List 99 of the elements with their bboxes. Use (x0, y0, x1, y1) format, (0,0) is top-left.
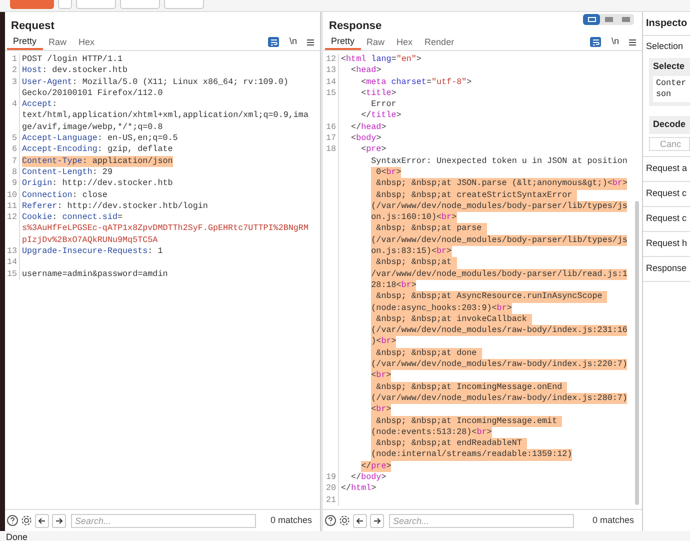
back-button[interactable] (35, 514, 49, 528)
inspector-section[interactable]: Request h (643, 232, 690, 257)
line-number: 12 (326, 54, 336, 64)
match-count: 0 matches (592, 514, 635, 527)
code-line: <meta charset="utf-8"> (361, 76, 472, 88)
line-number: 13 (6, 246, 17, 256)
scrollbar[interactable] (635, 201, 639, 505)
code-line: <body> (351, 133, 382, 144)
code-line: Cookie: connect.sid= (22, 212, 123, 224)
search-field[interactable]: Search... (389, 514, 574, 528)
help-icon[interactable] (325, 515, 336, 526)
status-text: Done (6, 532, 28, 541)
code-line: POST /login HTTP/1.1 (22, 54, 123, 66)
tab[interactable]: Hex (390, 35, 419, 50)
line-number: 6 (12, 144, 17, 154)
selected-text: Conter son (653, 76, 690, 102)
code-line: Content-Length: 29 (22, 166, 112, 178)
match-count: 0 matches (270, 514, 313, 527)
inspector-section[interactable]: Request a (643, 157, 690, 182)
code-line: username=admin&password=amdin (22, 268, 168, 280)
code-line: Gecko/20100101 Firefox/112.0 (22, 88, 163, 100)
code-line: s%3AuHfFeLPGSEc-qATP1x8ZpvDMDTTh2SyF.GpEHRtc7UTTPI%2BNgRM (22, 223, 308, 235)
line-number: 18 (326, 144, 336, 154)
card-title: Selecte (653, 60, 685, 74)
line-number: 21 (326, 494, 336, 505)
settings-icon[interactable] (339, 515, 350, 526)
line-number: 11 (6, 200, 17, 211)
code-line: User-Agent: Mozilla/5.0 (X11; Linux x86_64; rv:109.0) (22, 76, 288, 88)
tab[interactable]: Pretty (7, 35, 43, 50)
line-number: 12 (6, 212, 17, 222)
layout-button[interactable] (583, 14, 600, 25)
code-line: text/html,application/xhtml+xml,application/xml;q=0.9,ima (22, 110, 308, 122)
forward-button[interactable] (370, 514, 384, 528)
wrap-toggle-icon[interactable] (268, 37, 280, 47)
arrow-left-icon (38, 516, 46, 524)
inspector-section[interactable]: Request c (643, 182, 690, 207)
line-number: 14 (326, 76, 336, 87)
code-line: <head> (351, 65, 382, 77)
code-line: Host: dev.stocker.htb (22, 65, 128, 77)
line-number: 7 (12, 156, 17, 166)
tab[interactable]: Raw (360, 35, 391, 50)
panel-title: Inspecto (646, 17, 688, 31)
code-line: </title> (361, 110, 402, 122)
line-number: 10 (6, 190, 17, 200)
code-line: Error (371, 99, 396, 110)
inspector-section[interactable]: Request c (643, 207, 690, 232)
code-line: <html lang="en"> (341, 54, 422, 66)
tab[interactable]: Pretty (325, 35, 361, 50)
line-number: 1 (12, 54, 17, 64)
line-number: 15 (326, 88, 336, 98)
panel-title: Response (329, 18, 382, 34)
line-number: 17 (326, 133, 336, 144)
line-number: 13 (326, 65, 336, 76)
tab[interactable]: Render (418, 35, 460, 50)
line-number: 3 (12, 76, 17, 87)
line-number: 16 (326, 122, 336, 132)
section-label: Selection (646, 40, 684, 54)
inspector-section[interactable]: Response (643, 257, 690, 282)
line-number: 5 (12, 133, 17, 144)
wrap-toggle-icon[interactable] (590, 37, 602, 47)
arrow-right-icon (55, 516, 63, 524)
menu-icon[interactable] (629, 39, 636, 46)
forward-button[interactable] (52, 514, 66, 528)
code-line: Origin: http://dev.stocker.htb (22, 178, 173, 190)
code-line: <pre> (361, 144, 386, 156)
code-line: Referer: http://dev.stocker.htb/login (22, 200, 208, 212)
code-line: Accept: (22, 99, 58, 110)
panel-title: Request (11, 18, 54, 34)
code-line: Accept-Encoding: gzip, deflate (22, 144, 173, 156)
code-line: <title> (361, 88, 396, 100)
code-line: SyntaxError: Unexpected token u in JSON at position (371, 156, 628, 167)
tab[interactable]: Hex (72, 35, 101, 50)
code-line: </html> (341, 483, 376, 495)
newline-toggle[interactable]: \n (611, 34, 619, 48)
card-title: Decode (653, 118, 686, 132)
arrow-right-icon (373, 516, 381, 524)
arrow-left-icon (356, 516, 364, 524)
line-number: 19 (326, 472, 336, 482)
line-number: 14 (6, 257, 17, 268)
newline-toggle[interactable]: \n (289, 34, 297, 48)
settings-icon[interactable] (21, 515, 32, 526)
line-number: 15 (6, 268, 17, 279)
line-number: 8 (12, 166, 17, 177)
code-line: Upgrade-Insecure-Requests: 1 (22, 246, 163, 258)
code-line: pIzjDv%2BxO7AQkRUNu9Mq5TC5A (22, 234, 158, 246)
line-number: 9 (12, 178, 17, 188)
help-icon[interactable] (7, 515, 18, 526)
code-line: Connection: close (22, 190, 108, 201)
search-field[interactable]: Search... (71, 514, 256, 528)
code-line: </head> (351, 122, 386, 134)
code-line: Accept-Language: en-US,en;q=0.5 (22, 133, 178, 144)
line-number: 4 (12, 99, 17, 110)
code-line: ge/avif,image/webp,*/*;q=0.8 (22, 122, 163, 134)
menu-icon[interactable] (307, 39, 314, 46)
code-line: </body> (351, 472, 386, 484)
line-number: 2 (12, 65, 17, 76)
tab[interactable]: Raw (42, 35, 73, 50)
line-number: 20 (326, 483, 336, 494)
back-button[interactable] (353, 514, 367, 528)
